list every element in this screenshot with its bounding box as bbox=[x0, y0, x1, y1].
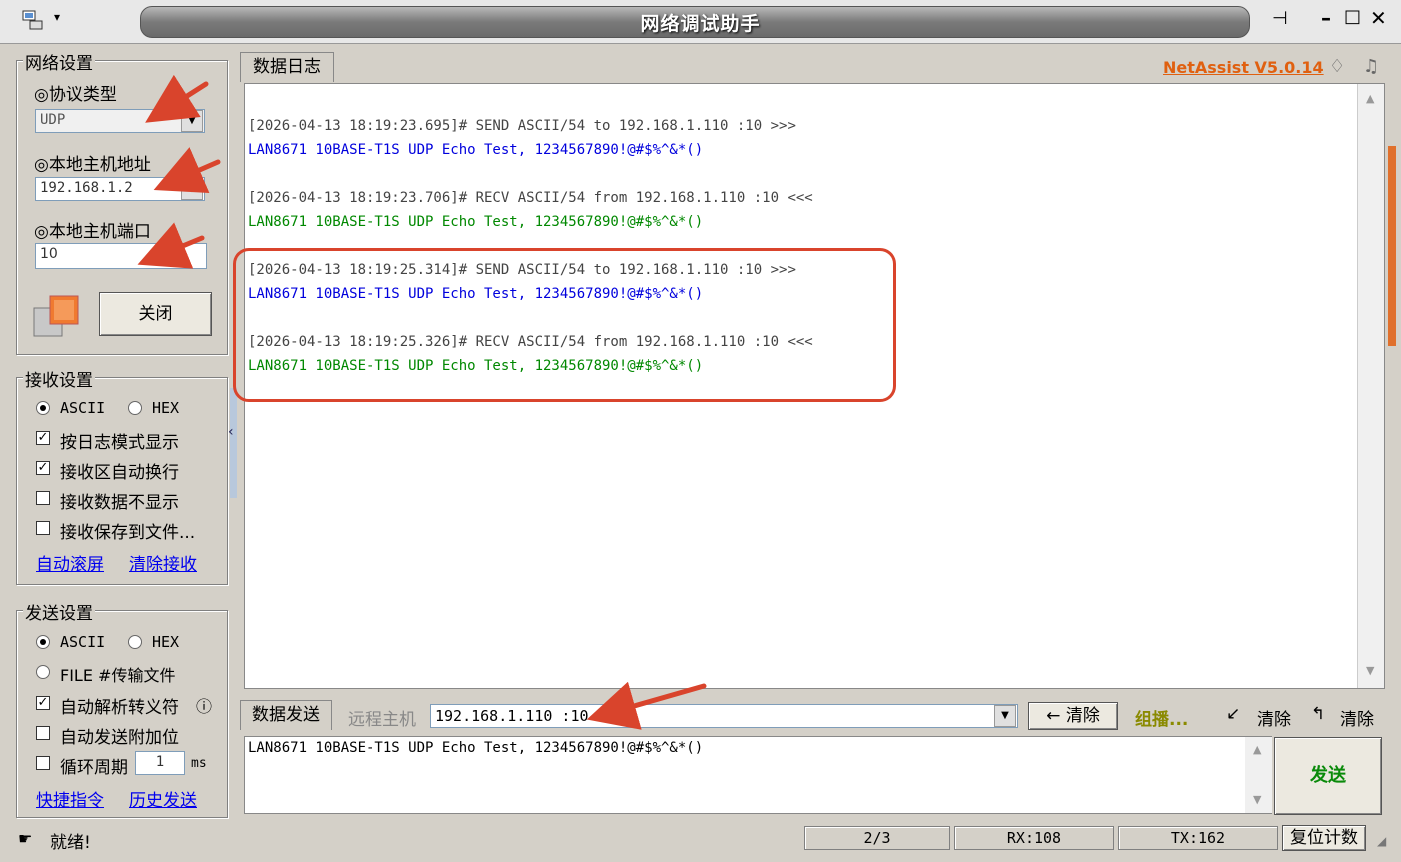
arrow-port bbox=[137, 222, 205, 269]
annotation-arrows bbox=[137, 74, 707, 730]
arrow-host bbox=[153, 147, 221, 193]
arrow-protocol bbox=[145, 74, 209, 123]
arrow-remote-host bbox=[586, 681, 707, 730]
